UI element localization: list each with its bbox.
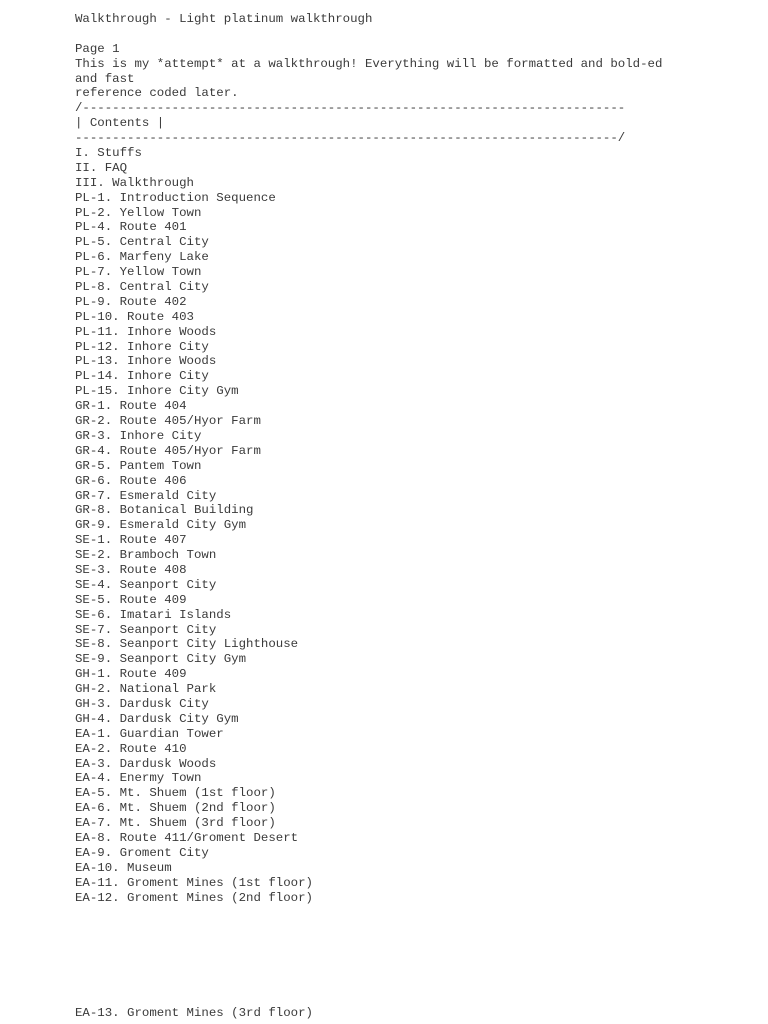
- contents-item: GR-1. Route 404: [75, 399, 187, 414]
- contents-item: EA-10. Museum: [75, 860, 172, 875]
- contents-item: GR-8. Botanical Building: [75, 503, 254, 518]
- contents-item: PL-2. Yellow Town: [75, 205, 202, 220]
- contents-item: SE-9. Seanport City Gym: [75, 652, 247, 667]
- contents-item: EA-11. Groment Mines (1st floor): [75, 875, 313, 890]
- contents-item: PL-7. Yellow Town: [75, 265, 202, 280]
- contents-item: EA-4. Enermy Town: [75, 771, 202, 786]
- contents-item: PL-10. Route 403: [75, 309, 194, 324]
- contents-list: I. Stuffs II. FAQ III. Walkthrough PL-1. In…: [75, 146, 695, 905]
- contents-item: GR-2. Route 405/Hyor Farm: [75, 414, 261, 429]
- contents-item: EA-3. Dardusk Woods: [75, 756, 217, 771]
- contents-item: PL-5. Central City: [75, 235, 209, 250]
- next-page-content: EA-13. Groment Mines (3rd floor): [75, 1006, 313, 1021]
- page-label: Page 1: [75, 41, 120, 56]
- contents-item: GR-6. Route 406: [75, 473, 187, 488]
- contents-item: EA-1. Guardian Tower: [75, 726, 224, 741]
- contents-item: PL-1. Introduction Sequence: [75, 190, 276, 205]
- contents-item: PL-14. Inhore City: [75, 369, 209, 384]
- contents-item: EA-12. Groment Mines (2nd floor): [75, 890, 313, 905]
- contents-item: SE-4. Seanport City: [75, 577, 217, 592]
- contents-item: GR-3. Inhore City: [75, 428, 202, 443]
- document-page: Walkthrough - Light platinum walkthrough…: [75, 12, 695, 905]
- contents-item: PL-6. Marfeny Lake: [75, 250, 209, 265]
- contents-item: PL-9. Route 402: [75, 294, 187, 309]
- contents-item: PL-13. Inhore Woods: [75, 354, 217, 369]
- intro-line: reference coded later.: [75, 86, 239, 101]
- contents-item: SE-3. Route 408: [75, 562, 187, 577]
- contents-item: PL-15. Inhore City Gym: [75, 384, 239, 399]
- contents-item: GR-7. Esmerald City: [75, 488, 217, 503]
- contents-heading: | Contents |: [75, 116, 165, 131]
- contents-item: SE-6. Imatari Islands: [75, 607, 232, 622]
- contents-item: GH-4. Dardusk City Gym: [75, 711, 239, 726]
- contents-box-bottom-border: ----------------------------------------…: [75, 131, 626, 146]
- contents-item: SE-1. Route 407: [75, 533, 187, 548]
- contents-item: II. FAQ: [75, 160, 128, 175]
- contents-item: EA-6. Mt. Shuem (2nd floor): [75, 801, 276, 816]
- intro-line: and fast: [75, 71, 135, 86]
- contents-item: EA-5. Mt. Shuem (1st floor): [75, 786, 276, 801]
- contents-item: EA-13. Groment Mines (3rd floor): [75, 1006, 313, 1020]
- contents-item: PL-11. Inhore Woods: [75, 324, 217, 339]
- contents-item: SE-7. Seanport City: [75, 622, 217, 637]
- contents-item: GH-1. Route 409: [75, 667, 187, 682]
- contents-item: EA-2. Route 410: [75, 741, 187, 756]
- contents-item: GR-4. Route 405/Hyor Farm: [75, 443, 261, 458]
- contents-box-top-border: /---------------------------------------…: [75, 101, 626, 116]
- contents-item: EA-8. Route 411/Groment Desert: [75, 830, 299, 845]
- contents-item: SE-5. Route 409: [75, 592, 187, 607]
- contents-item: I. Stuffs: [75, 146, 142, 161]
- document-title: Walkthrough - Light platinum walkthrough: [75, 12, 373, 26]
- contents-item: PL-4. Route 401: [75, 220, 187, 235]
- contents-item: EA-7. Mt. Shuem (3rd floor): [75, 816, 276, 831]
- contents-item: PL-8. Central City: [75, 280, 209, 295]
- contents-item: GR-9. Esmerald City Gym: [75, 518, 247, 533]
- contents-item: III. Walkthrough: [75, 175, 194, 190]
- contents-item: GH-2. National Park: [75, 682, 217, 697]
- contents-item: GR-5. Pantem Town: [75, 458, 202, 473]
- contents-item: PL-12. Inhore City: [75, 339, 209, 354]
- intro-line: This is my *attempt* at a walkthrough! E…: [75, 56, 663, 71]
- contents-item: SE-2. Bramboch Town: [75, 548, 217, 563]
- contents-item: EA-9. Groment City: [75, 845, 209, 860]
- contents-item: GH-3. Dardusk City: [75, 696, 209, 711]
- contents-item: SE-8. Seanport City Lighthouse: [75, 637, 299, 652]
